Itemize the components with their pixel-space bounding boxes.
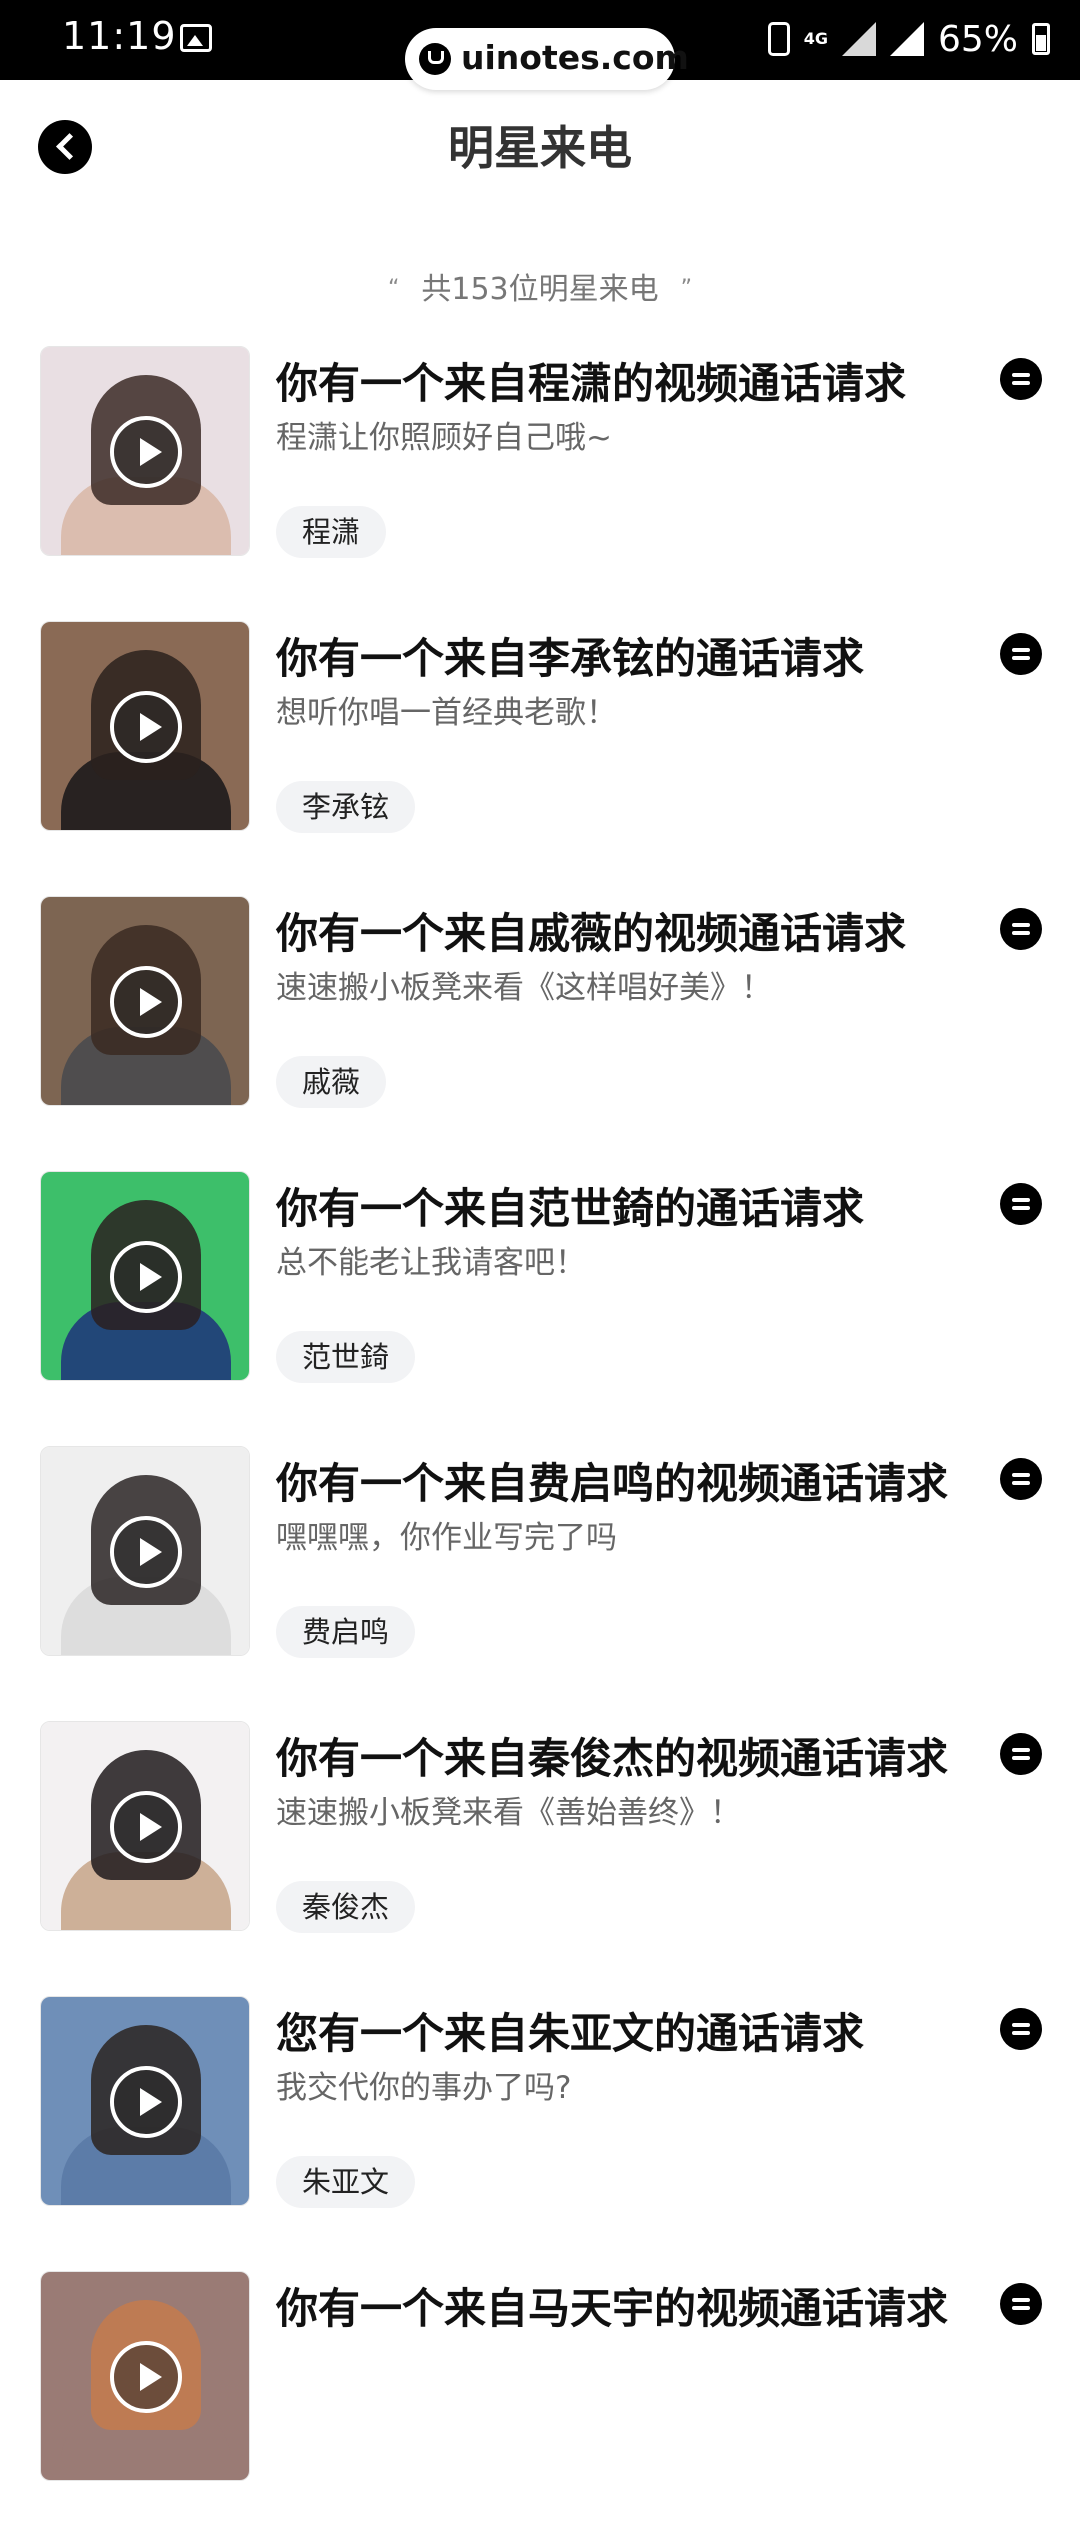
play-icon[interactable] xyxy=(110,2066,182,2138)
more-options-icon[interactable] xyxy=(1000,2008,1042,2050)
play-icon[interactable] xyxy=(110,966,182,1038)
more-options-icon[interactable] xyxy=(1000,908,1042,950)
uinotes-logo-icon xyxy=(419,43,451,75)
play-icon[interactable] xyxy=(110,416,182,488)
vibrate-icon xyxy=(767,22,790,56)
call-request-item[interactable]: 你有一个来自秦俊杰的视频通话请求 速速搬小板凳来看《善始善终》！ 秦俊杰 xyxy=(0,1721,1080,1996)
star-name-tag[interactable]: 李承铉 xyxy=(276,781,416,833)
call-request-message: 嘿嘿嘿，你作业写完了吗 xyxy=(276,1520,617,1556)
mobile-signal-icon xyxy=(841,22,876,56)
play-icon[interactable] xyxy=(110,1241,182,1313)
more-options-icon[interactable] xyxy=(1000,1183,1042,1225)
call-request-item[interactable]: 您有一个来自朱亚文的通话请求 我交代你的事办了吗? 朱亚文 xyxy=(0,1996,1080,2271)
wifi-signal-icon xyxy=(889,22,924,56)
more-options-icon[interactable] xyxy=(1000,2283,1042,2325)
video-thumbnail[interactable] xyxy=(40,621,250,831)
battery-percentage: 65% xyxy=(937,18,1018,60)
star-name-tag[interactable]: 戚薇 xyxy=(276,1056,387,1108)
call-request-item[interactable]: 你有一个来自范世錡的通话请求 总不能老让我请客吧！ 范世錡 xyxy=(0,1171,1080,1446)
video-thumbnail[interactable] xyxy=(40,2271,250,2481)
battery-icon xyxy=(1032,23,1050,55)
call-request-item[interactable]: 你有一个来自费启鸣的视频通话请求 嘿嘿嘿，你作业写完了吗 费启鸣 xyxy=(0,1446,1080,1721)
call-request-item[interactable]: 你有一个来自戚薇的视频通话请求 速速搬小板凳来看《这样唱好美》！ 戚薇 xyxy=(0,896,1080,1171)
call-request-title: 您有一个来自朱亚文的通话请求 xyxy=(276,2009,865,2058)
call-request-message: 我交代你的事办了吗? xyxy=(276,2070,572,2106)
star-name-tag[interactable]: 程潇 xyxy=(276,506,387,558)
video-thumbnail[interactable] xyxy=(40,1721,250,1931)
open-quote: “ xyxy=(387,276,400,301)
more-options-icon[interactable] xyxy=(1000,633,1042,675)
star-name-tag[interactable]: 费启鸣 xyxy=(276,1606,416,1658)
call-request-title: 你有一个来自秦俊杰的视频通话请求 xyxy=(276,1734,949,1783)
call-request-title: 你有一个来自李承铉的通话请求 xyxy=(276,634,865,683)
call-request-title: 你有一个来自马天宇的视频通话请求 xyxy=(276,2284,949,2333)
play-icon[interactable] xyxy=(110,2341,182,2413)
call-request-title: 你有一个来自范世錡的通话请求 xyxy=(276,1184,865,1233)
caller-count-text: 共153位明星来电 xyxy=(421,272,659,307)
star-name-tag[interactable]: 朱亚文 xyxy=(276,2156,416,2208)
network-type: 4G xyxy=(803,29,828,48)
call-request-item[interactable]: 你有一个来自程潇的视频通话请求 程潇让你照顾好自己哦~ 程潇 xyxy=(0,346,1080,621)
more-options-icon[interactable] xyxy=(1000,1458,1042,1500)
play-icon[interactable] xyxy=(110,1791,182,1863)
call-request-item[interactable]: 你有一个来自李承铉的通话请求 想听你唱一首经典老歌！ 李承铉 xyxy=(0,621,1080,896)
video-thumbnail[interactable] xyxy=(40,346,250,556)
call-request-item[interactable]: 你有一个来自马天宇的视频通话请求 xyxy=(0,2271,1080,2546)
call-request-list: 你有一个来自程潇的视频通话请求 程潇让你照顾好自己哦~ 程潇 你有一个来自李承铉… xyxy=(0,346,1080,2546)
play-icon[interactable] xyxy=(110,1516,182,1588)
domain-label: uinotes.com xyxy=(461,38,689,77)
call-request-message: 想听你唱一首经典老歌！ xyxy=(276,695,617,731)
domain-watermark-pill: uinotes.com xyxy=(405,28,689,90)
call-request-title: 你有一个来自程潇的视频通话请求 xyxy=(276,359,907,408)
video-thumbnail[interactable] xyxy=(40,1446,250,1656)
more-options-icon[interactable] xyxy=(1000,358,1042,400)
star-name-tag[interactable]: 秦俊杰 xyxy=(276,1881,416,1933)
call-request-message: 总不能老让我请客吧！ xyxy=(276,1245,586,1281)
more-options-icon[interactable] xyxy=(1000,1733,1042,1775)
call-request-title: 你有一个来自戚薇的视频通话请求 xyxy=(276,909,907,958)
close-quote: ” xyxy=(680,276,693,301)
call-request-message: 程潇让你照顾好自己哦~ xyxy=(276,420,612,456)
status-indicators: 4G 65% xyxy=(767,14,1050,64)
caller-count-summary: “ 共153位明星来电 ” xyxy=(0,264,1080,308)
image-notification-icon xyxy=(180,24,212,52)
video-thumbnail[interactable] xyxy=(40,896,250,1106)
video-thumbnail[interactable] xyxy=(40,1996,250,2206)
page-title: 明星来电 xyxy=(448,121,632,175)
call-request-message: 速速搬小板凳来看《这样唱好美》！ xyxy=(276,970,772,1006)
video-thumbnail[interactable] xyxy=(40,1171,250,1381)
status-time: 11:19 xyxy=(62,14,177,58)
star-name-tag[interactable]: 范世錡 xyxy=(276,1331,416,1383)
call-request-title: 你有一个来自费启鸣的视频通话请求 xyxy=(276,1459,949,1508)
play-icon[interactable] xyxy=(110,691,182,763)
call-request-message: 速速搬小板凳来看《善始善终》！ xyxy=(276,1795,741,1831)
